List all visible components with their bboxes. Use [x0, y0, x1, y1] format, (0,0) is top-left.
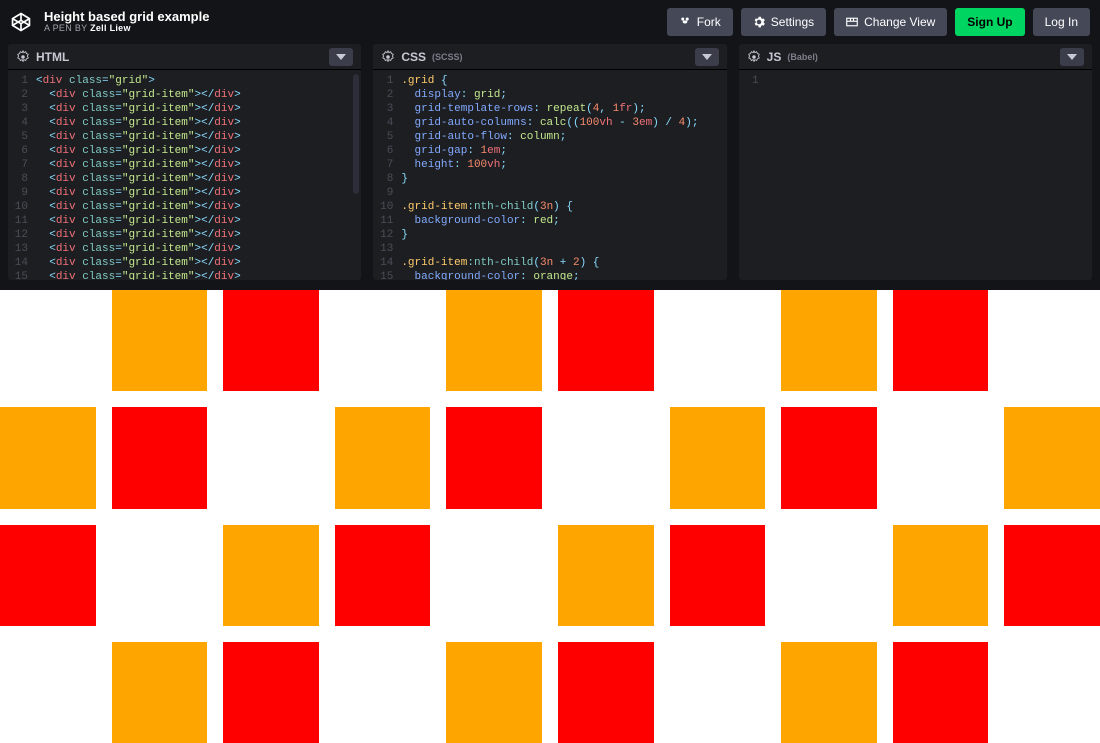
title-block: Height based grid example A PEN BY Zell …: [44, 10, 209, 34]
grid-item: [893, 525, 989, 626]
scrollbar[interactable]: [353, 74, 359, 194]
grid-item: [781, 407, 877, 508]
grid-item: [670, 525, 766, 626]
grid-item: [335, 407, 431, 508]
html-panel-title: HTML: [36, 50, 69, 64]
css-panel-toggle[interactable]: [695, 48, 719, 66]
grid-item: [1004, 642, 1100, 743]
css-panel: CSS (SCSS) 1.grid {2 display: grid;3 gri…: [373, 44, 726, 280]
css-panel-header: CSS (SCSS): [373, 44, 726, 70]
grid-item: [893, 407, 989, 508]
grid-item: [223, 407, 319, 508]
grid-item: [781, 290, 877, 391]
signup-button[interactable]: Sign Up: [955, 8, 1024, 36]
grid-item: [223, 642, 319, 743]
js-panel-sub: (Babel): [787, 52, 818, 62]
grid-item: [335, 525, 431, 626]
grid-item: [1004, 290, 1100, 391]
grid-item: [670, 407, 766, 508]
js-editor[interactable]: 1: [739, 70, 1092, 280]
grid-item: [1004, 525, 1100, 626]
top-bar: Height based grid example A PEN BY Zell …: [0, 0, 1100, 44]
grid-item: [112, 290, 208, 391]
grid-item: [781, 642, 877, 743]
gear-icon[interactable]: [747, 50, 761, 64]
grid-item: [112, 407, 208, 508]
chevron-down-icon: [702, 54, 712, 60]
grid-item: [558, 525, 654, 626]
grid-item: [558, 642, 654, 743]
grid-item: [1004, 407, 1100, 508]
grid-item: [446, 290, 542, 391]
grid-item: [446, 642, 542, 743]
layout-icon: [846, 16, 858, 28]
grid-item: [670, 290, 766, 391]
output-preview: [0, 290, 1100, 743]
editors-row: HTML 1<div class="grid">2 <div class="gr…: [0, 44, 1100, 290]
grid-item: [670, 642, 766, 743]
css-panel-sub: (SCSS): [432, 52, 463, 62]
change-view-button[interactable]: Change View: [834, 8, 947, 36]
gear-icon: [753, 16, 765, 28]
grid-item: [223, 525, 319, 626]
codepen-logo-icon: [10, 11, 32, 33]
grid-item: [558, 290, 654, 391]
grid-item: [112, 525, 208, 626]
grid-item: [446, 407, 542, 508]
pen-byline: A PEN BY Zell Liew: [44, 24, 209, 34]
grid-item: [223, 290, 319, 391]
grid-item: [0, 525, 96, 626]
html-panel-header: HTML: [8, 44, 361, 70]
js-panel-toggle[interactable]: [1060, 48, 1084, 66]
chevron-down-icon: [336, 54, 346, 60]
grid-item: [0, 642, 96, 743]
grid-item: [893, 642, 989, 743]
css-panel-title: CSS: [401, 50, 426, 64]
html-editor[interactable]: 1<div class="grid">2 <div class="grid-it…: [8, 70, 361, 280]
js-panel-header: JS (Babel): [739, 44, 1092, 70]
codepen-logo[interactable]: [10, 11, 32, 33]
login-button[interactable]: Log In: [1033, 8, 1090, 36]
js-panel-title: JS: [767, 50, 782, 64]
grid-item: [446, 525, 542, 626]
grid-item: [893, 290, 989, 391]
fork-button[interactable]: Fork: [667, 8, 733, 36]
grid-item: [0, 407, 96, 508]
grid-item: [335, 290, 431, 391]
js-panel: JS (Babel) 1: [739, 44, 1092, 280]
output-grid: [0, 290, 1100, 743]
grid-item: [0, 290, 96, 391]
gear-icon[interactable]: [381, 50, 395, 64]
html-panel: HTML 1<div class="grid">2 <div class="gr…: [8, 44, 361, 280]
gear-icon[interactable]: [16, 50, 30, 64]
pen-title: Height based grid example: [44, 10, 209, 24]
fork-icon: [679, 16, 691, 28]
grid-item: [558, 407, 654, 508]
grid-item: [335, 642, 431, 743]
grid-item: [112, 642, 208, 743]
chevron-down-icon: [1067, 54, 1077, 60]
html-panel-toggle[interactable]: [329, 48, 353, 66]
grid-item: [781, 525, 877, 626]
settings-button[interactable]: Settings: [741, 8, 826, 36]
css-editor[interactable]: 1.grid {2 display: grid;3 grid-template-…: [373, 70, 726, 280]
